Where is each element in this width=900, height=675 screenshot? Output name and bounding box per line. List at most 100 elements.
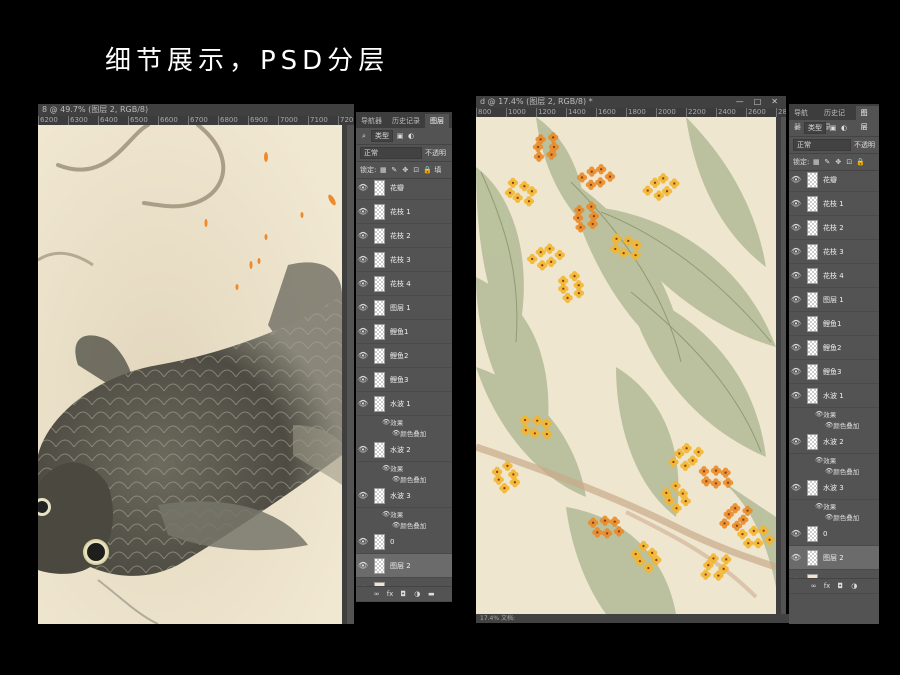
adjustment-icon[interactable]: ◑ <box>850 582 858 590</box>
visibility-eye-icon[interactable]: 👁 <box>356 445 370 454</box>
effect-eye-icon[interactable]: 👁 <box>815 456 823 464</box>
mask-icon[interactable]: ◘ <box>836 582 844 590</box>
tab-layers[interactable]: 图层 <box>425 114 449 128</box>
effect-eye-icon[interactable]: 👁 <box>382 418 390 426</box>
layer-effects-row[interactable]: 👁 效果 <box>356 462 452 473</box>
visibility-eye-icon[interactable]: 👁 <box>356 537 370 546</box>
filter-kind-dropdown[interactable]: 类型 <box>804 122 826 134</box>
visibility-eye-icon[interactable]: 👁 <box>356 351 370 360</box>
visibility-eye-icon[interactable]: 👁 <box>356 303 370 312</box>
lock-paint-icon[interactable]: ✎ <box>390 166 398 174</box>
lock-move-icon[interactable]: ✥ <box>401 166 409 174</box>
visibility-eye-icon[interactable]: 👁 <box>356 255 370 264</box>
visibility-eye-icon[interactable]: 👁 <box>356 183 370 192</box>
effect-eye-icon[interactable]: 👁 <box>382 510 390 518</box>
layer-row[interactable]: 👁 鲤鱼2 <box>356 344 452 368</box>
visibility-eye-icon[interactable]: 👁 <box>789 529 803 538</box>
artwork-canvas-carp[interactable] <box>38 125 342 624</box>
lock-paint-icon[interactable]: ✎ <box>823 158 831 166</box>
lock-transparent-icon[interactable]: ▦ <box>812 158 820 166</box>
tab-navigator[interactable]: 导航器 <box>789 106 819 131</box>
color-overlay-effect-row[interactable]: 👁 颜色叠加 <box>356 519 452 530</box>
effect-eye-icon[interactable]: 👁 <box>815 502 823 510</box>
visibility-eye-icon[interactable]: 👁 <box>789 437 803 446</box>
effect-eye-icon[interactable]: 👁 <box>392 429 400 437</box>
layer-row[interactable]: 👁 花枝 4 <box>356 272 452 296</box>
effect-eye-icon[interactable]: 👁 <box>382 464 390 472</box>
visibility-eye-icon[interactable]: 👁 <box>789 319 803 328</box>
visibility-eye-icon[interactable]: 👁 <box>789 199 803 208</box>
layer-row[interactable]: 👁 水波 2 <box>356 438 452 462</box>
adjustment-icon[interactable]: ◑ <box>413 590 421 598</box>
color-overlay-effect-row[interactable]: 👁 颜色叠加 <box>789 511 879 522</box>
effect-eye-icon[interactable]: 👁 <box>825 421 833 429</box>
adjust-filter-icon[interactable]: ◐ <box>407 132 415 140</box>
visibility-eye-icon[interactable]: 👁 <box>789 553 803 562</box>
tab-history[interactable]: 历史记录 <box>387 114 425 128</box>
visibility-eye-icon[interactable]: 👁 <box>789 175 803 184</box>
blend-mode-dropdown[interactable]: 正常 <box>360 147 422 159</box>
visibility-eye-icon[interactable]: 👁 <box>356 279 370 288</box>
tab-navigator[interactable]: 导航器 <box>356 114 387 128</box>
layer-row[interactable]: 👁 花枝 4 <box>789 264 879 288</box>
layer-row[interactable]: 👁 图层 1 <box>356 296 452 320</box>
link-icon[interactable]: ∞ <box>810 582 818 590</box>
lock-transparent-icon[interactable]: ▦ <box>379 166 387 174</box>
layer-effects-row[interactable]: 👁 效果 <box>356 508 452 519</box>
adjust-filter-icon[interactable]: ◐ <box>840 124 848 132</box>
visibility-eye-icon[interactable]: 👁 <box>789 391 803 400</box>
link-icon[interactable]: ∞ <box>373 590 381 598</box>
layer-row[interactable]: 👁 花枝 1 <box>356 200 452 224</box>
layer-row[interactable]: 👁 鲤鱼1 <box>789 312 879 336</box>
layer-row[interactable]: 👁 鲤鱼2 <box>789 336 879 360</box>
effect-eye-icon[interactable]: 👁 <box>392 521 400 529</box>
artboard-icon[interactable]: ⊡ <box>845 158 853 166</box>
tab-history[interactable]: 历史记录 <box>819 106 856 131</box>
layer-row[interactable]: 👁 花枝 2 <box>356 224 452 248</box>
visibility-eye-icon[interactable]: 👁 <box>789 295 803 304</box>
layer-row[interactable]: 👁 鲤鱼3 <box>356 368 452 392</box>
lock-all-icon[interactable]: 🔒 <box>423 166 432 174</box>
layer-row[interactable]: 👁 水波 1 <box>789 384 879 408</box>
visibility-eye-icon[interactable]: 👁 <box>356 491 370 500</box>
layer-effects-row[interactable]: 👁 效果 <box>789 500 879 511</box>
layer-row[interactable]: 👁 图层 1 <box>789 288 879 312</box>
close-button[interactable]: ✕ <box>771 96 778 108</box>
effect-eye-icon[interactable]: 👁 <box>815 410 823 418</box>
visibility-eye-icon[interactable]: 👁 <box>789 223 803 232</box>
effect-eye-icon[interactable]: 👁 <box>825 513 833 521</box>
visibility-eye-icon[interactable]: 👁 <box>789 247 803 256</box>
layer-effects-row[interactable]: 👁 效果 <box>789 408 879 419</box>
visibility-eye-icon[interactable]: 👁 <box>356 231 370 240</box>
vertical-scrollbar[interactable] <box>342 125 347 624</box>
visibility-eye-icon[interactable]: 👁 <box>789 271 803 280</box>
visibility-eye-icon[interactable]: 👁 <box>356 327 370 336</box>
visibility-eye-icon[interactable]: 👁 <box>356 399 370 408</box>
fx-icon[interactable]: fx <box>824 582 831 590</box>
layer-row[interactable]: 👁 图层 2 <box>356 554 452 578</box>
layer-row[interactable]: 👁 花枝 3 <box>789 240 879 264</box>
color-overlay-effect-row[interactable]: 👁 颜色叠加 <box>789 419 879 430</box>
maximize-button[interactable]: □ <box>754 96 762 108</box>
vertical-scrollbar[interactable] <box>776 117 781 614</box>
color-overlay-effect-row[interactable]: 👁 颜色叠加 <box>789 465 879 476</box>
layer-row[interactable]: 👁 花枝 3 <box>356 248 452 272</box>
visibility-eye-icon[interactable]: 👁 <box>356 561 370 570</box>
layer-row[interactable]: 👁0 <box>789 522 879 546</box>
image-filter-icon[interactable]: ▣ <box>396 132 404 140</box>
layer-row[interactable]: 👁 水波 3 <box>356 484 452 508</box>
layer-row[interactable]: 👁 花枝 1 <box>789 192 879 216</box>
artwork-canvas-osmanthus[interactable] <box>476 117 776 614</box>
color-overlay-effect-row[interactable]: 👁 颜色叠加 <box>356 473 452 484</box>
lock-move-icon[interactable]: ✥ <box>834 158 842 166</box>
visibility-eye-icon[interactable]: 👁 <box>789 483 803 492</box>
color-overlay-effect-row[interactable]: 👁 颜色叠加 <box>356 427 452 438</box>
effect-eye-icon[interactable]: 👁 <box>392 475 400 483</box>
layer-row[interactable]: 👁 鲤鱼1 <box>356 320 452 344</box>
layer-row[interactable]: 👁 花瓣 <box>789 168 879 192</box>
layer-row[interactable]: 👁 花瓣 <box>356 176 452 200</box>
filter-kind-dropdown[interactable]: 类型 <box>371 130 393 142</box>
folder-icon[interactable]: ▬ <box>427 590 435 598</box>
lock-all-icon[interactable]: 🔒 <box>856 158 865 166</box>
layer-row[interactable]: 👁0 <box>356 530 452 554</box>
